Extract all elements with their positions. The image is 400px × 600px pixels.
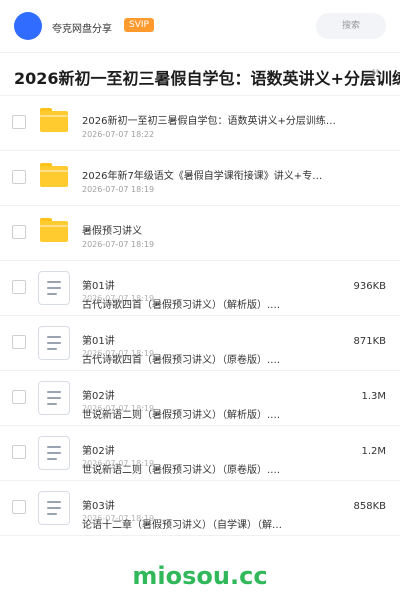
folder-icon — [40, 218, 68, 242]
file-size: 936KB — [353, 281, 386, 292]
top-bar: 夸克网盘分享 SVIP 搜索 — [0, 0, 400, 52]
title-overflow-text: M — [372, 68, 379, 77]
folder-icon — [40, 163, 68, 187]
item-name: 2026新初一至初三暑假自学包：语数英讲义+分层训练… — [82, 116, 336, 127]
row-checkbox[interactable] — [12, 335, 26, 349]
row-checkbox[interactable] — [12, 225, 26, 239]
document-icon — [38, 436, 70, 470]
list-item[interactable]: 第01讲 2026-07-07 18:19 古代诗歌四首（暑假预习讲义）（解析版… — [0, 261, 400, 316]
watermark-text: miosou.cc — [132, 562, 268, 590]
file-size: 858KB — [353, 501, 386, 512]
file-size: 1.2M — [361, 446, 386, 457]
item-name: 世说新语二则（暑假预习讲义）（解析版）.… — [82, 410, 281, 421]
list-item[interactable]: 第03讲 2026-07-07 18:19 论语十二章（暑假预习讲义）（自学课）… — [0, 481, 400, 536]
item-date: 2026-07-07 18:19 — [82, 240, 155, 249]
row-checkbox[interactable] — [12, 115, 26, 129]
document-icon — [38, 326, 70, 360]
svip-badge: SVIP — [124, 18, 154, 32]
file-size: 1.3M — [361, 391, 386, 402]
list-item[interactable]: 2026年新7年级语文《暑假自学课衔接课》讲义+专… 2026-07-07 18… — [0, 151, 400, 206]
search-button[interactable]: 搜索 — [316, 13, 386, 39]
search-label: 搜索 — [341, 21, 360, 31]
list-item[interactable]: 第02讲 2026-07-07 18:19 世说新语二则（暑假预习讲义）（解析版… — [0, 371, 400, 426]
item-name: 世说新语二则（暑假预习讲义）（原卷版）.… — [82, 465, 281, 476]
list-item[interactable]: 暑假预习讲义 2026-07-07 18:19 — [0, 206, 400, 261]
page-title: 2026新初一至初三暑假自学包：语数英讲义+分层训练，假 — [14, 69, 400, 88]
item-name: 古代诗歌四首（暑假预习讲义）（原卷版）.… — [82, 355, 281, 366]
row-checkbox[interactable] — [12, 170, 26, 184]
list-item[interactable]: 第01讲 2026-07-07 18:19 古代诗歌四首（暑假预习讲义）（原卷版… — [0, 316, 400, 371]
folder-icon — [40, 108, 68, 132]
item-lesson: 第02讲 — [82, 446, 115, 457]
row-checkbox[interactable] — [12, 500, 26, 514]
title-bar: 2026新初一至初三暑假自学包：语数英讲义+分层训练，假 — [0, 53, 400, 96]
item-name: 论语十二章（暑假预习讲义）（自学课）（解… — [82, 520, 282, 531]
document-icon — [38, 491, 70, 525]
item-name: 古代诗歌四首（暑假预习讲义）（解析版）.… — [82, 300, 281, 311]
item-lesson: 第01讲 — [82, 336, 115, 347]
list-item[interactable]: 第02讲 2026-07-07 18:19 世说新语二则（暑假预习讲义）（原卷版… — [0, 426, 400, 481]
row-checkbox[interactable] — [12, 445, 26, 459]
file-list: 2026新初一至初三暑假自学包：语数英讲义+分层训练… 2026-07-07 1… — [0, 96, 400, 536]
file-size: 871KB — [353, 336, 386, 347]
brand-name: 夸克网盘分享 — [52, 24, 112, 35]
document-icon — [38, 381, 70, 415]
item-name: 暑假预习讲义 — [82, 226, 142, 237]
list-item[interactable]: 2026新初一至初三暑假自学包：语数英讲义+分层训练… 2026-07-07 1… — [0, 96, 400, 151]
item-lesson: 第03讲 — [82, 501, 115, 512]
item-name: 2026年新7年级语文《暑假自学课衔接课》讲义+专… — [82, 171, 323, 182]
item-lesson: 第01讲 — [82, 281, 115, 292]
row-checkbox[interactable] — [12, 390, 26, 404]
avatar[interactable] — [14, 12, 42, 40]
row-checkbox[interactable] — [12, 280, 26, 294]
item-date: 2026-07-07 18:22 — [82, 130, 155, 139]
document-icon — [38, 271, 70, 305]
item-lesson: 第02讲 — [82, 391, 115, 402]
item-date: 2026-07-07 18:19 — [82, 185, 155, 194]
